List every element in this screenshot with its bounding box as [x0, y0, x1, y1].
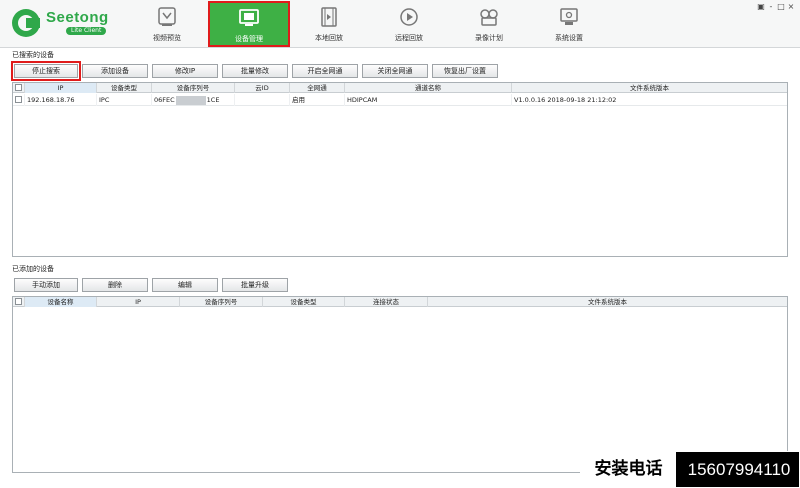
phone-label: 安装电话	[581, 452, 677, 487]
added-devices-title: 已添加的设备	[12, 265, 54, 273]
disable-all-net-button[interactable]: 关闭全网通	[362, 64, 428, 78]
local-playback-icon	[321, 7, 337, 27]
nav-label: 系统设置	[555, 34, 583, 42]
video-preview-icon	[158, 7, 176, 26]
modify-ip-button[interactable]: 修改IP	[152, 64, 218, 78]
app-logo: Seetong Lite Client	[8, 7, 118, 39]
cell-fs-version: V1.0.0.16 2018-09-18 21:12:02	[514, 96, 617, 104]
menu-icon[interactable]: -	[766, 2, 776, 11]
cell-all-net: 启用	[290, 94, 345, 106]
searched-devices-title: 已搜索的设备	[12, 51, 54, 59]
install-phone-banner: 安装电话 15607994110	[580, 451, 800, 488]
column-header-fs-version[interactable]: 文件系统版本	[512, 83, 787, 93]
nav-label: 设备管理	[235, 35, 263, 43]
nav-video-preview[interactable]: 视频预览	[126, 2, 208, 46]
select-all-checkbox[interactable]	[15, 84, 22, 91]
column-header-serial[interactable]: 设备序列号	[180, 297, 263, 307]
column-header-serial[interactable]: 设备序列号	[152, 83, 235, 93]
close-icon[interactable]: ×	[786, 2, 796, 11]
nav-device-management[interactable]: 设备管理	[208, 1, 290, 47]
cell-serial: 06FEC 1CE	[152, 94, 235, 106]
window-controls: ▣ - □ ×	[756, 2, 796, 11]
column-header-device-type[interactable]: 设备类型	[263, 297, 345, 307]
serial-prefix: 06FEC	[154, 96, 175, 104]
stop-search-button[interactable]: 停止搜索	[11, 61, 81, 81]
nav-label: 远程回放	[395, 34, 423, 42]
added-devices-table: 设备名称 IP 设备序列号 设备类型 连接状态 文件系统版本	[12, 296, 788, 473]
manual-add-button[interactable]: 手动添加	[14, 278, 78, 292]
nav-remote-playback[interactable]: 远程回放	[368, 2, 450, 46]
nav-system-settings[interactable]: 系统设置	[528, 2, 610, 46]
row-select	[13, 94, 25, 106]
nav-label: 本地回放	[315, 34, 343, 42]
column-header-channel-name[interactable]: 通道名称	[345, 83, 512, 93]
edit-button[interactable]: 编辑	[152, 278, 218, 292]
record-plan-icon	[480, 9, 498, 26]
column-header-fs-version[interactable]: 文件系统版本	[428, 297, 787, 307]
serial-suffix: 1CE	[206, 96, 220, 104]
app-edition: Lite Client	[66, 27, 107, 35]
factory-reset-button[interactable]: 恢复出厂设置	[432, 64, 498, 78]
column-header-connection-status[interactable]: 连接状态	[345, 297, 428, 307]
skin-icon[interactable]: ▣	[756, 2, 766, 11]
column-header-cloud-id[interactable]: 云ID	[235, 83, 290, 93]
table-header: 设备名称 IP 设备序列号 设备类型 连接状态 文件系统版本	[13, 297, 787, 307]
table-row[interactable]: 192.168.18.76 IPC 06FEC 1CE 启用 HDIPCAM V1…	[13, 94, 787, 106]
column-header-device-name[interactable]: 设备名称	[25, 297, 97, 307]
device-manage-icon	[239, 9, 259, 26]
select-all-header	[13, 83, 25, 93]
searched-devices-table: IP 设备类型 设备序列号 云ID 全网通 通道名称 文件系统版本 192.16…	[12, 82, 788, 257]
redacted-block	[175, 95, 206, 105]
maximize-icon[interactable]: □	[776, 2, 786, 11]
system-settings-icon	[560, 8, 578, 25]
column-header-ip[interactable]: IP	[97, 297, 180, 307]
column-header-ip[interactable]: IP	[25, 83, 97, 93]
cell-ip: 192.168.18.76	[25, 94, 97, 106]
seetong-logo-icon	[12, 9, 40, 37]
column-header-device-type[interactable]: 设备类型	[97, 83, 152, 93]
nav-label: 视频预览	[153, 34, 181, 42]
column-header-all-net[interactable]: 全网通	[290, 83, 345, 93]
cell-cloud-id	[235, 94, 290, 106]
phone-number: 15607994110	[687, 460, 791, 479]
add-device-button[interactable]: 添加设备	[82, 64, 148, 78]
nav-record-plan[interactable]: 录像计划	[448, 2, 530, 46]
remote-playback-icon	[400, 8, 418, 26]
batch-modify-button[interactable]: 批量修改	[222, 64, 288, 78]
nav-local-playback[interactable]: 本地回放	[288, 2, 370, 46]
delete-button[interactable]: 删除	[82, 278, 148, 292]
batch-upgrade-button[interactable]: 批量升级	[222, 278, 288, 292]
table-header: IP 设备类型 设备序列号 云ID 全网通 通道名称 文件系统版本	[13, 83, 787, 93]
select-all-header	[13, 297, 25, 307]
top-navigation-bar: Seetong Lite Client 视频预览 设备管理 本地回放 远程回放 …	[0, 0, 800, 48]
app-name: Seetong	[46, 9, 109, 26]
cell-channel-name: HDIPCAM	[345, 94, 512, 106]
select-all-checkbox[interactable]	[15, 298, 22, 305]
row-checkbox[interactable]	[15, 96, 22, 103]
enable-all-net-button[interactable]: 开启全网通	[292, 64, 358, 78]
cell-device-type: IPC	[97, 94, 152, 106]
nav-label: 录像计划	[475, 34, 503, 42]
